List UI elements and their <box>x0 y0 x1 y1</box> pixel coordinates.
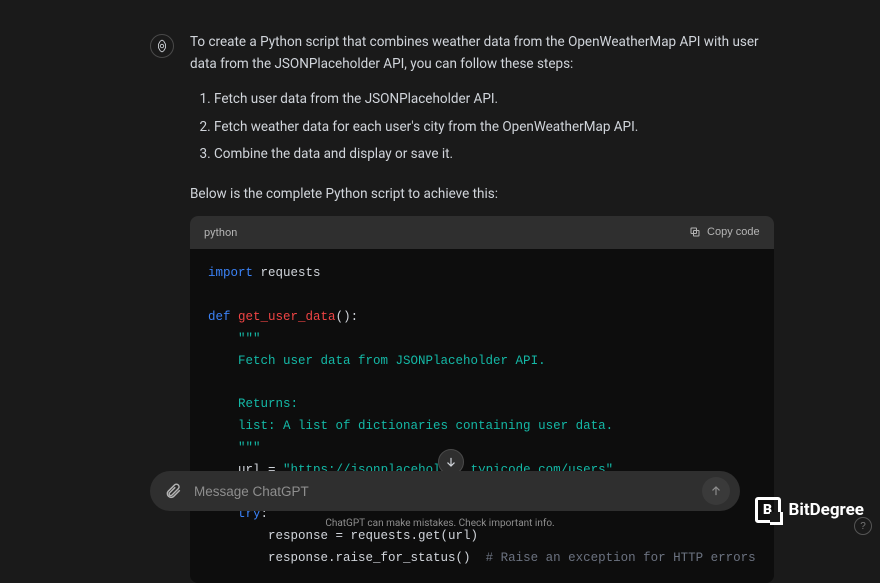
assistant-avatar <box>150 34 174 58</box>
code-header: python Copy code <box>190 216 774 250</box>
message-input-bar <box>150 471 740 511</box>
send-button[interactable] <box>702 477 730 505</box>
attachment-icon[interactable] <box>164 482 182 500</box>
copy-code-button[interactable]: Copy code <box>689 226 760 238</box>
list-item: Fetch weather data for each user's city … <box>214 117 774 139</box>
copy-code-label: Copy code <box>707 226 760 238</box>
message-input[interactable] <box>194 484 690 499</box>
brand-logo-icon: B <box>755 497 781 523</box>
intro-paragraph: To create a Python script that combines … <box>190 32 774 75</box>
list-item: Fetch user data from the JSONPlaceholder… <box>214 89 774 111</box>
code-body[interactable]: import requests def get_user_data(): """… <box>190 249 774 583</box>
arrow-down-icon <box>444 455 458 469</box>
steps-list: Fetch user data from the JSONPlaceholder… <box>190 89 774 166</box>
arrow-up-icon <box>709 484 723 498</box>
brand-name: BitDegree <box>789 500 864 520</box>
copy-icon <box>689 226 701 238</box>
brand-watermark: B BitDegree <box>755 497 864 523</box>
help-button[interactable]: ? <box>854 517 872 535</box>
openai-icon <box>155 39 169 53</box>
code-lang-label: python <box>204 224 237 242</box>
list-item: Combine the data and display or save it. <box>214 144 774 166</box>
disclaimer-text: ChatGPT can make mistakes. Check importa… <box>0 518 880 529</box>
subheading: Below is the complete Python script to a… <box>190 184 774 206</box>
